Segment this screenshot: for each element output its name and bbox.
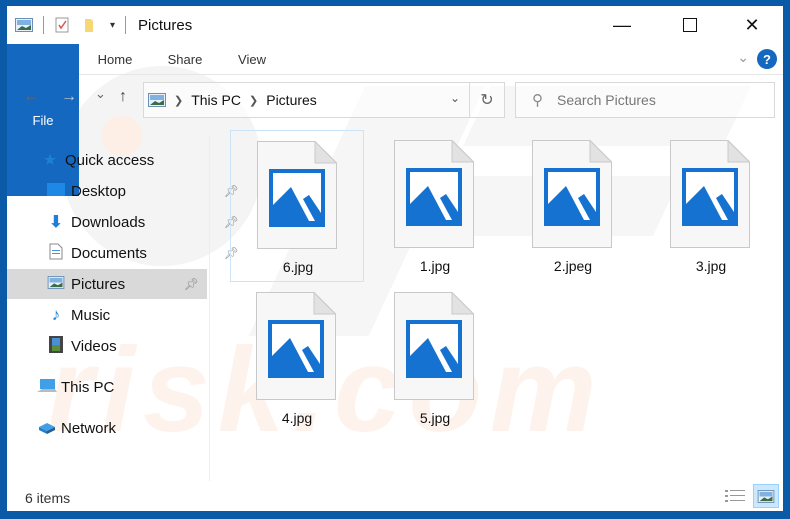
file-name: 1.jpg: [419, 258, 451, 274]
sidebar-item-label: Videos: [71, 337, 117, 355]
videos-icon: [47, 336, 65, 356]
maximize-icon: [683, 18, 697, 32]
refresh-button[interactable]: ↻: [469, 83, 504, 117]
sidebar-item-label: Network: [61, 419, 117, 437]
maximize-button[interactable]: [667, 6, 713, 44]
sidebar-item-label: Documents: [71, 244, 147, 262]
sidebar-item-videos[interactable]: Videos: [7, 331, 247, 361]
sidebar-item-downloads[interactable]: ⬇ Downloads 📌︎: [7, 207, 247, 237]
separator: [43, 16, 44, 34]
search-input[interactable]: Search Pictures: [557, 92, 656, 108]
file-item[interactable]: 6.jpg: [230, 130, 364, 282]
properties-icon[interactable]: [54, 17, 70, 33]
help-button[interactable]: ?: [757, 49, 777, 69]
navigation-bar: ← → ⌄ ↑ ❯ This PC ❯ Pictures ⌄ ↻ ⚲ Searc…: [7, 78, 783, 120]
close-button[interactable]: ✕: [729, 6, 775, 44]
minimize-button[interactable]: —: [599, 6, 645, 44]
window-title: Pictures: [138, 16, 193, 34]
sidebar-item-documents[interactable]: Documents 📌︎: [7, 238, 247, 268]
address-dropdown-icon[interactable]: ⌄: [450, 91, 460, 105]
breadcrumb-this-pc[interactable]: This PC: [191, 92, 241, 108]
sidebar-item-network[interactable]: Network: [7, 413, 237, 443]
file-item[interactable]: 2.jpeg: [506, 130, 640, 282]
sidebar-item-label: Downloads: [71, 213, 146, 231]
image-file-icon: [257, 141, 337, 249]
file-item[interactable]: 5.jpg: [368, 282, 502, 434]
forward-button[interactable]: →: [61, 88, 77, 106]
search-icon: ⚲: [532, 92, 543, 109]
file-list: 6.jpg 1.jpg 2.jpeg 3.jpg 4.jpg 5.jpg: [222, 124, 782, 479]
separator: [125, 16, 127, 34]
network-icon: [37, 419, 55, 438]
pictures-folder-icon: [148, 93, 166, 107]
documents-icon: [47, 243, 65, 263]
sidebar-item-label: Pictures: [71, 275, 126, 293]
image-file-icon: [394, 292, 474, 400]
star-icon: ★: [42, 152, 58, 169]
tab-share[interactable]: Share: [159, 44, 211, 74]
expand-ribbon-icon[interactable]: ⌄: [737, 49, 749, 66]
up-button[interactable]: ↑: [119, 88, 127, 106]
image-file-icon: [532, 140, 612, 248]
file-name: 6.jpg: [282, 259, 314, 275]
image-file-icon: [394, 140, 474, 248]
minimize-icon: —: [613, 14, 631, 35]
music-icon: ♪: [51, 305, 61, 324]
tab-home[interactable]: Home: [89, 44, 141, 74]
breadcrumb-pictures[interactable]: Pictures: [266, 92, 317, 108]
file-item[interactable]: 1.jpg: [368, 130, 502, 282]
file-name: 5.jpg: [419, 410, 451, 426]
file-name: 3.jpg: [695, 258, 727, 274]
sidebar-item-desktop[interactable]: Desktop 📌︎: [7, 176, 247, 206]
refresh-icon: ↻: [480, 92, 494, 109]
file-name: 4.jpg: [281, 410, 313, 426]
chevron-right-icon: ❯: [174, 94, 184, 107]
pictures-folder-icon[interactable]: [15, 18, 33, 32]
large-icons-view-button[interactable]: [753, 484, 779, 508]
status-item-count: 6 items: [25, 490, 71, 506]
sidebar-item-music[interactable]: ♪ Music: [7, 300, 247, 330]
image-file-icon: [256, 292, 336, 400]
close-icon: ✕: [744, 14, 760, 35]
new-folder-icon[interactable]: [82, 17, 98, 33]
help-icon: ?: [763, 51, 771, 67]
recent-locations-button[interactable]: ⌄: [95, 86, 106, 102]
sidebar-item-label: This PC: [61, 378, 115, 396]
back-button[interactable]: ←: [23, 88, 39, 106]
chevron-right-icon: ❯: [249, 94, 259, 107]
customize-dropdown-icon[interactable]: ▾: [110, 20, 115, 31]
sidebar-item-label: Desktop: [71, 182, 127, 200]
desktop-icon: [47, 183, 65, 199]
sidebar-item-this-pc[interactable]: This PC: [7, 372, 237, 402]
computer-icon: [37, 378, 57, 397]
navigation-pane: ★ Quick access Desktop 📌︎ ⬇ Downloads 📌︎…: [7, 136, 239, 481]
sidebar-item-label: Quick access: [65, 151, 155, 169]
pictures-icon: [47, 276, 65, 292]
pin-icon[interactable]: 📌︎: [184, 277, 199, 291]
download-icon: ⬇: [49, 214, 63, 231]
file-item[interactable]: 4.jpg: [230, 282, 364, 434]
file-item[interactable]: 3.jpg: [644, 130, 778, 282]
search-box[interactable]: ⚲ Search Pictures: [515, 82, 775, 118]
sidebar-item-pictures[interactable]: Pictures 📌︎: [7, 269, 207, 299]
address-bar[interactable]: ❯ This PC ❯ Pictures ⌄ ↻: [143, 82, 505, 118]
file-name: 2.jpeg: [553, 258, 593, 274]
sidebar-item-quick-access[interactable]: ★ Quick access: [7, 145, 241, 175]
large-icons-view-icon: [757, 489, 775, 503]
tab-view[interactable]: View: [229, 44, 275, 74]
details-view-icon[interactable]: [725, 488, 745, 506]
sidebar-item-label: Music: [71, 306, 111, 324]
title-bar: ▾ Pictures — ✕: [7, 6, 783, 44]
ribbon-tabs: File Home Share View ⌄ ?: [7, 44, 783, 196]
image-file-icon: [670, 140, 750, 248]
file-explorer-window: risk.com ▾ Pictures — ✕ File Home Share …: [7, 6, 783, 511]
